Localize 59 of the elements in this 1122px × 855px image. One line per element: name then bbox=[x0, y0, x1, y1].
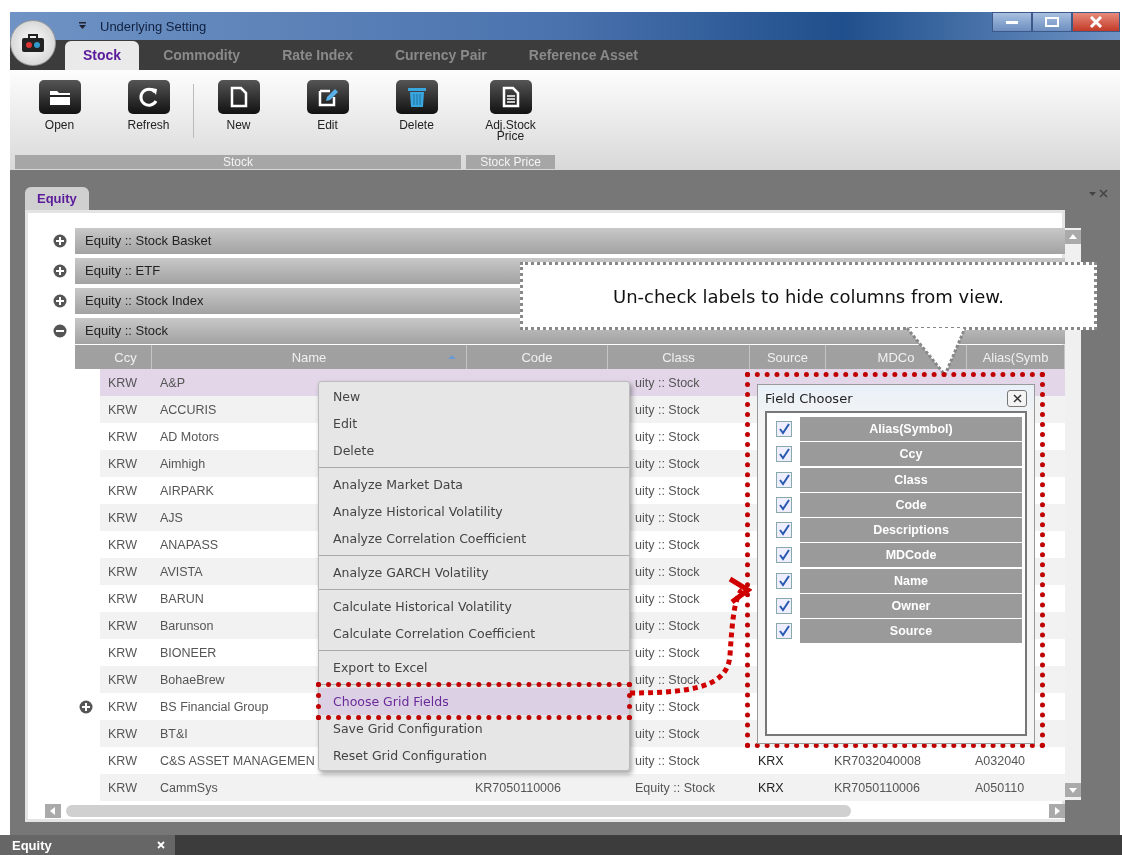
table-cell: ANAPASS bbox=[160, 537, 219, 552]
table-cell: KRW bbox=[108, 456, 137, 471]
group-label: Stock Price bbox=[466, 155, 555, 169]
table-cell: AIRPARK bbox=[160, 483, 214, 498]
table-cell: KRW bbox=[108, 483, 137, 498]
table-cell: KR7050110006 bbox=[475, 780, 561, 795]
table-cell: CammSys bbox=[160, 780, 218, 795]
table-cell: KRX bbox=[758, 753, 784, 768]
table-cell: KRW bbox=[108, 699, 137, 714]
table-cell: uity :: Stock bbox=[635, 645, 700, 660]
table-cell: KRW bbox=[108, 726, 137, 741]
table-cell: AJS bbox=[160, 510, 183, 525]
table-cell: uity :: Stock bbox=[635, 699, 700, 714]
table-cell: BT&I bbox=[160, 726, 188, 741]
table-cell: AVISTA bbox=[160, 564, 203, 579]
table-cell: KRW bbox=[108, 780, 137, 795]
table-cell: KRW bbox=[108, 429, 137, 444]
table-cell: KRW bbox=[108, 402, 137, 417]
table-cell: C&S ASSET MANAGEMEN bbox=[160, 753, 315, 768]
table-cell: BIONEER bbox=[160, 645, 217, 660]
table-cell: uity :: Stock bbox=[635, 726, 700, 741]
table-cell: uity :: Stock bbox=[635, 429, 700, 444]
table-cell: Aimhigh bbox=[160, 456, 206, 471]
group-label: Stock bbox=[15, 155, 461, 169]
dialog-title: Field Chooser bbox=[765, 390, 853, 406]
table-cell: BS Financial Group bbox=[160, 699, 269, 714]
table-cell: KRW bbox=[108, 537, 137, 552]
table-cell: uity :: Stock bbox=[635, 510, 700, 525]
table-cell: uity :: Stock bbox=[635, 537, 700, 552]
table-cell: uity :: Stock bbox=[635, 483, 700, 498]
table-cell: KR7050110006 bbox=[834, 780, 920, 795]
table-cell: uity :: Stock bbox=[635, 375, 700, 390]
table-cell: KRX bbox=[758, 780, 784, 795]
table-cell: KRW bbox=[108, 618, 137, 633]
table-cell: Barunson bbox=[160, 618, 214, 633]
table-cell: KRW bbox=[108, 672, 137, 687]
table-cell: A050110 bbox=[975, 780, 1025, 795]
table-cell: uity :: Stock bbox=[635, 618, 700, 633]
table-cell: KRW bbox=[108, 753, 137, 768]
table-cell: BohaeBrew bbox=[160, 672, 225, 687]
table-cell: KRW bbox=[108, 375, 137, 390]
table-cell: AD Motors bbox=[160, 429, 220, 444]
table-cell: A&P bbox=[160, 375, 185, 390]
table-cell: KRW bbox=[108, 510, 137, 525]
table-cell: uity :: Stock bbox=[635, 402, 700, 417]
table-cell: uity :: Stock bbox=[635, 591, 700, 606]
table-cell: ACCURIS bbox=[160, 402, 217, 417]
window-title: Underlying Setting bbox=[100, 18, 208, 34]
table-cell: uity :: Stock bbox=[635, 564, 700, 579]
table-cell: KRW bbox=[108, 591, 137, 606]
table-cell: uity :: Stock bbox=[635, 672, 700, 687]
table-cell: KR7032040008 bbox=[834, 753, 921, 768]
table-cell: KRW bbox=[108, 645, 137, 660]
table-cell: BARUN bbox=[160, 591, 204, 606]
table-cell: uity :: Stock bbox=[635, 456, 700, 471]
table-cell: KRW bbox=[108, 564, 137, 579]
table-cell: uity :: Stock bbox=[635, 753, 700, 768]
table-cell: Equity :: Stock bbox=[635, 780, 715, 795]
table-cell: A032040 bbox=[975, 753, 1026, 768]
